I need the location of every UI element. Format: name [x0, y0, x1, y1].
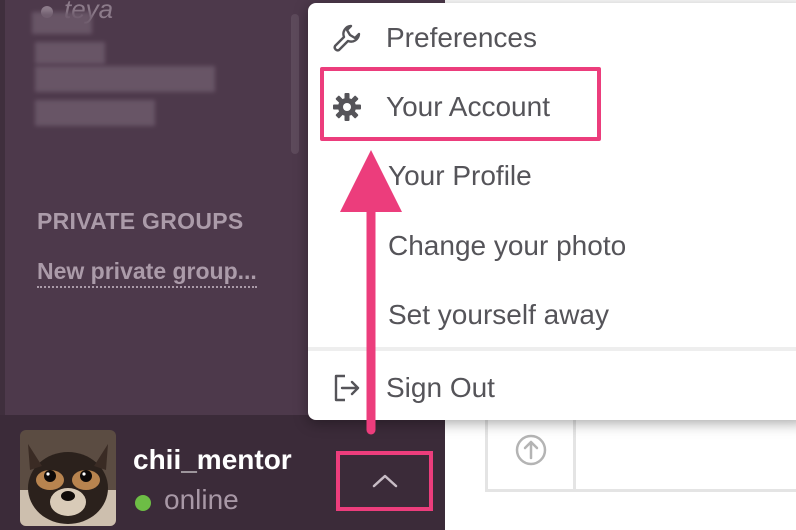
- menu-item-your-profile[interactable]: Your Profile: [308, 146, 796, 206]
- blurred-item: [32, 12, 92, 34]
- blurred-item: [35, 42, 105, 64]
- sidebar-edge: [0, 0, 5, 415]
- menu-item-label: Sign Out: [386, 372, 495, 403]
- menu-item-change-photo[interactable]: Change your photo: [308, 216, 796, 276]
- message-input-area: [485, 410, 796, 492]
- highlight-box-your-account: [320, 67, 601, 141]
- chevron-up-icon: [372, 474, 397, 488]
- dog-photo: [20, 430, 116, 526]
- menu-item-label: Your Profile: [388, 160, 532, 191]
- sidebar-scrollbar[interactable]: [291, 14, 299, 154]
- wrench-icon: [330, 21, 364, 55]
- blurred-item: [35, 66, 215, 92]
- online-status-dot: [135, 495, 151, 511]
- presence-status: online: [164, 484, 239, 515]
- menu-divider: [308, 347, 796, 351]
- blurred-item: [35, 100, 155, 126]
- upload-button[interactable]: [488, 410, 576, 489]
- username[interactable]: chii_mentor: [133, 444, 292, 476]
- private-groups-title: PRIVATE GROUPS: [37, 208, 244, 234]
- team-menu-toggle-button[interactable]: [336, 451, 433, 511]
- menu-item-label: Change your photo: [388, 230, 627, 261]
- menu-item-preferences[interactable]: Preferences: [308, 8, 796, 68]
- menu-item-label: Set yourself away: [388, 299, 609, 330]
- menu-item-label: Preferences: [386, 22, 537, 53]
- avatar[interactable]: [20, 430, 116, 526]
- menu-item-sign-out[interactable]: Sign Out: [308, 358, 796, 418]
- sign-out-icon: [330, 371, 364, 405]
- new-private-group-link[interactable]: New private group...: [37, 258, 257, 288]
- menu-item-set-away[interactable]: Set yourself away: [308, 285, 796, 345]
- upload-arrow-icon: [515, 434, 546, 465]
- user-menu-dropdown: Preferences Your Account Your Profile Ch…: [308, 3, 796, 420]
